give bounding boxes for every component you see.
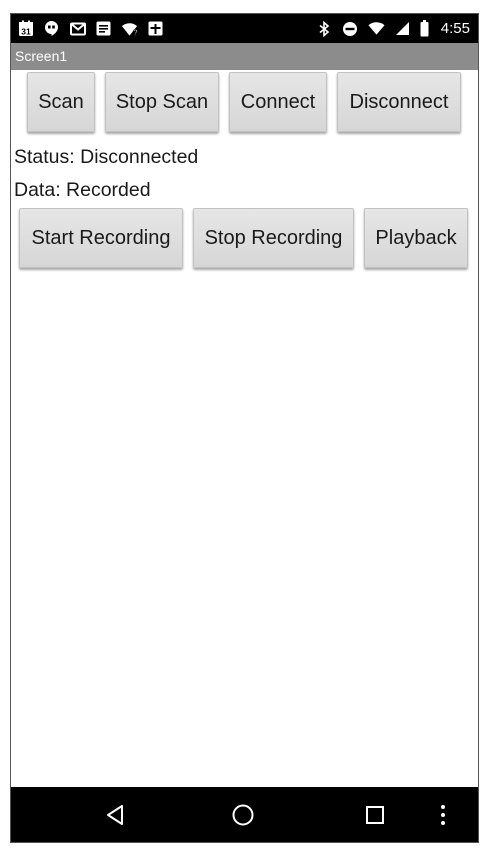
scan-button[interactable]: Scan	[27, 72, 95, 132]
recents-icon[interactable]	[355, 787, 395, 842]
status-label: Status: Disconnected	[14, 146, 199, 168]
connect-button[interactable]: Connect	[229, 72, 327, 132]
bluetooth-icon	[316, 20, 333, 37]
gmail-icon	[69, 20, 86, 37]
playback-button[interactable]: Playback	[364, 208, 468, 268]
clock: 4:55	[440, 20, 470, 37]
battery-icon	[420, 20, 430, 37]
hangouts-icon	[43, 20, 60, 37]
home-icon[interactable]	[223, 787, 263, 842]
navigation-bar	[11, 787, 478, 842]
do-not-disturb-icon	[342, 20, 359, 37]
overflow-menu-icon[interactable]	[431, 787, 455, 842]
wifi-question-icon: ?	[121, 20, 138, 37]
stop-scan-button[interactable]: Stop Scan	[105, 72, 219, 132]
notes-icon	[95, 20, 112, 37]
start-recording-button[interactable]: Start Recording	[19, 208, 183, 268]
app-frame: 31 ? 4:55 Screen1 Scan Stop Scan Connect…	[10, 13, 479, 843]
signal-icon	[394, 20, 411, 37]
status-bar: 31 ? 4:55	[11, 14, 478, 43]
plus-box-icon	[147, 20, 164, 37]
data-label: Data: Recorded	[14, 179, 151, 201]
screen-title: Screen1	[11, 43, 478, 70]
back-icon[interactable]	[95, 787, 135, 842]
svg-text:31: 31	[21, 27, 31, 37]
stop-recording-button[interactable]: Stop Recording	[193, 208, 354, 268]
disconnect-button[interactable]: Disconnect	[337, 72, 461, 132]
svg-text:?: ?	[133, 27, 138, 36]
calendar-icon: 31	[17, 20, 34, 37]
wifi-icon	[368, 20, 385, 37]
